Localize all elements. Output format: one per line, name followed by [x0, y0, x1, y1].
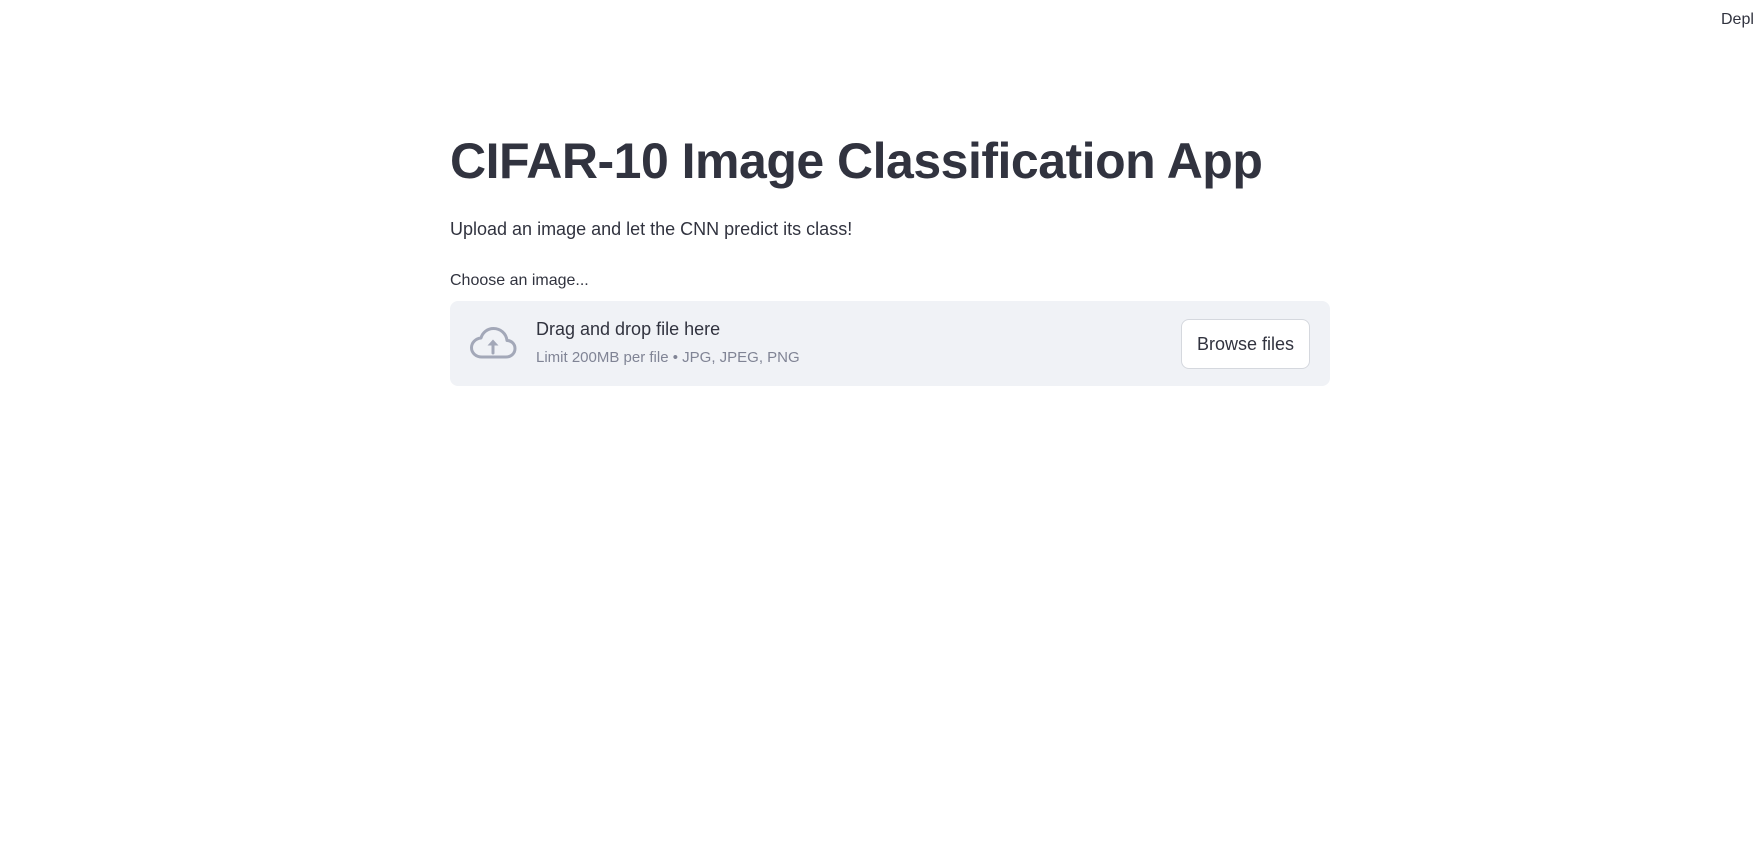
page-title: CIFAR-10 Image Classification App [450, 133, 1263, 189]
file-uploader-label: Choose an image... [450, 272, 589, 289]
file-dropzone[interactable]: Drag and drop file here Limit 200MB per … [450, 301, 1330, 386]
dropzone-instructions: Drag and drop file here [536, 319, 721, 339]
dropzone-file-limit: Limit 200MB per file • JPG, JPEG, PNG [536, 349, 800, 366]
app-header: Depl [0, 0, 1755, 50]
cloud-upload-icon [469, 323, 517, 363]
browse-files-button[interactable]: Browse files [1180, 319, 1310, 369]
page-subtitle: Upload an image and let the CNN predict … [450, 219, 853, 239]
deploy-button[interactable]: Depl [1721, 11, 1754, 29]
